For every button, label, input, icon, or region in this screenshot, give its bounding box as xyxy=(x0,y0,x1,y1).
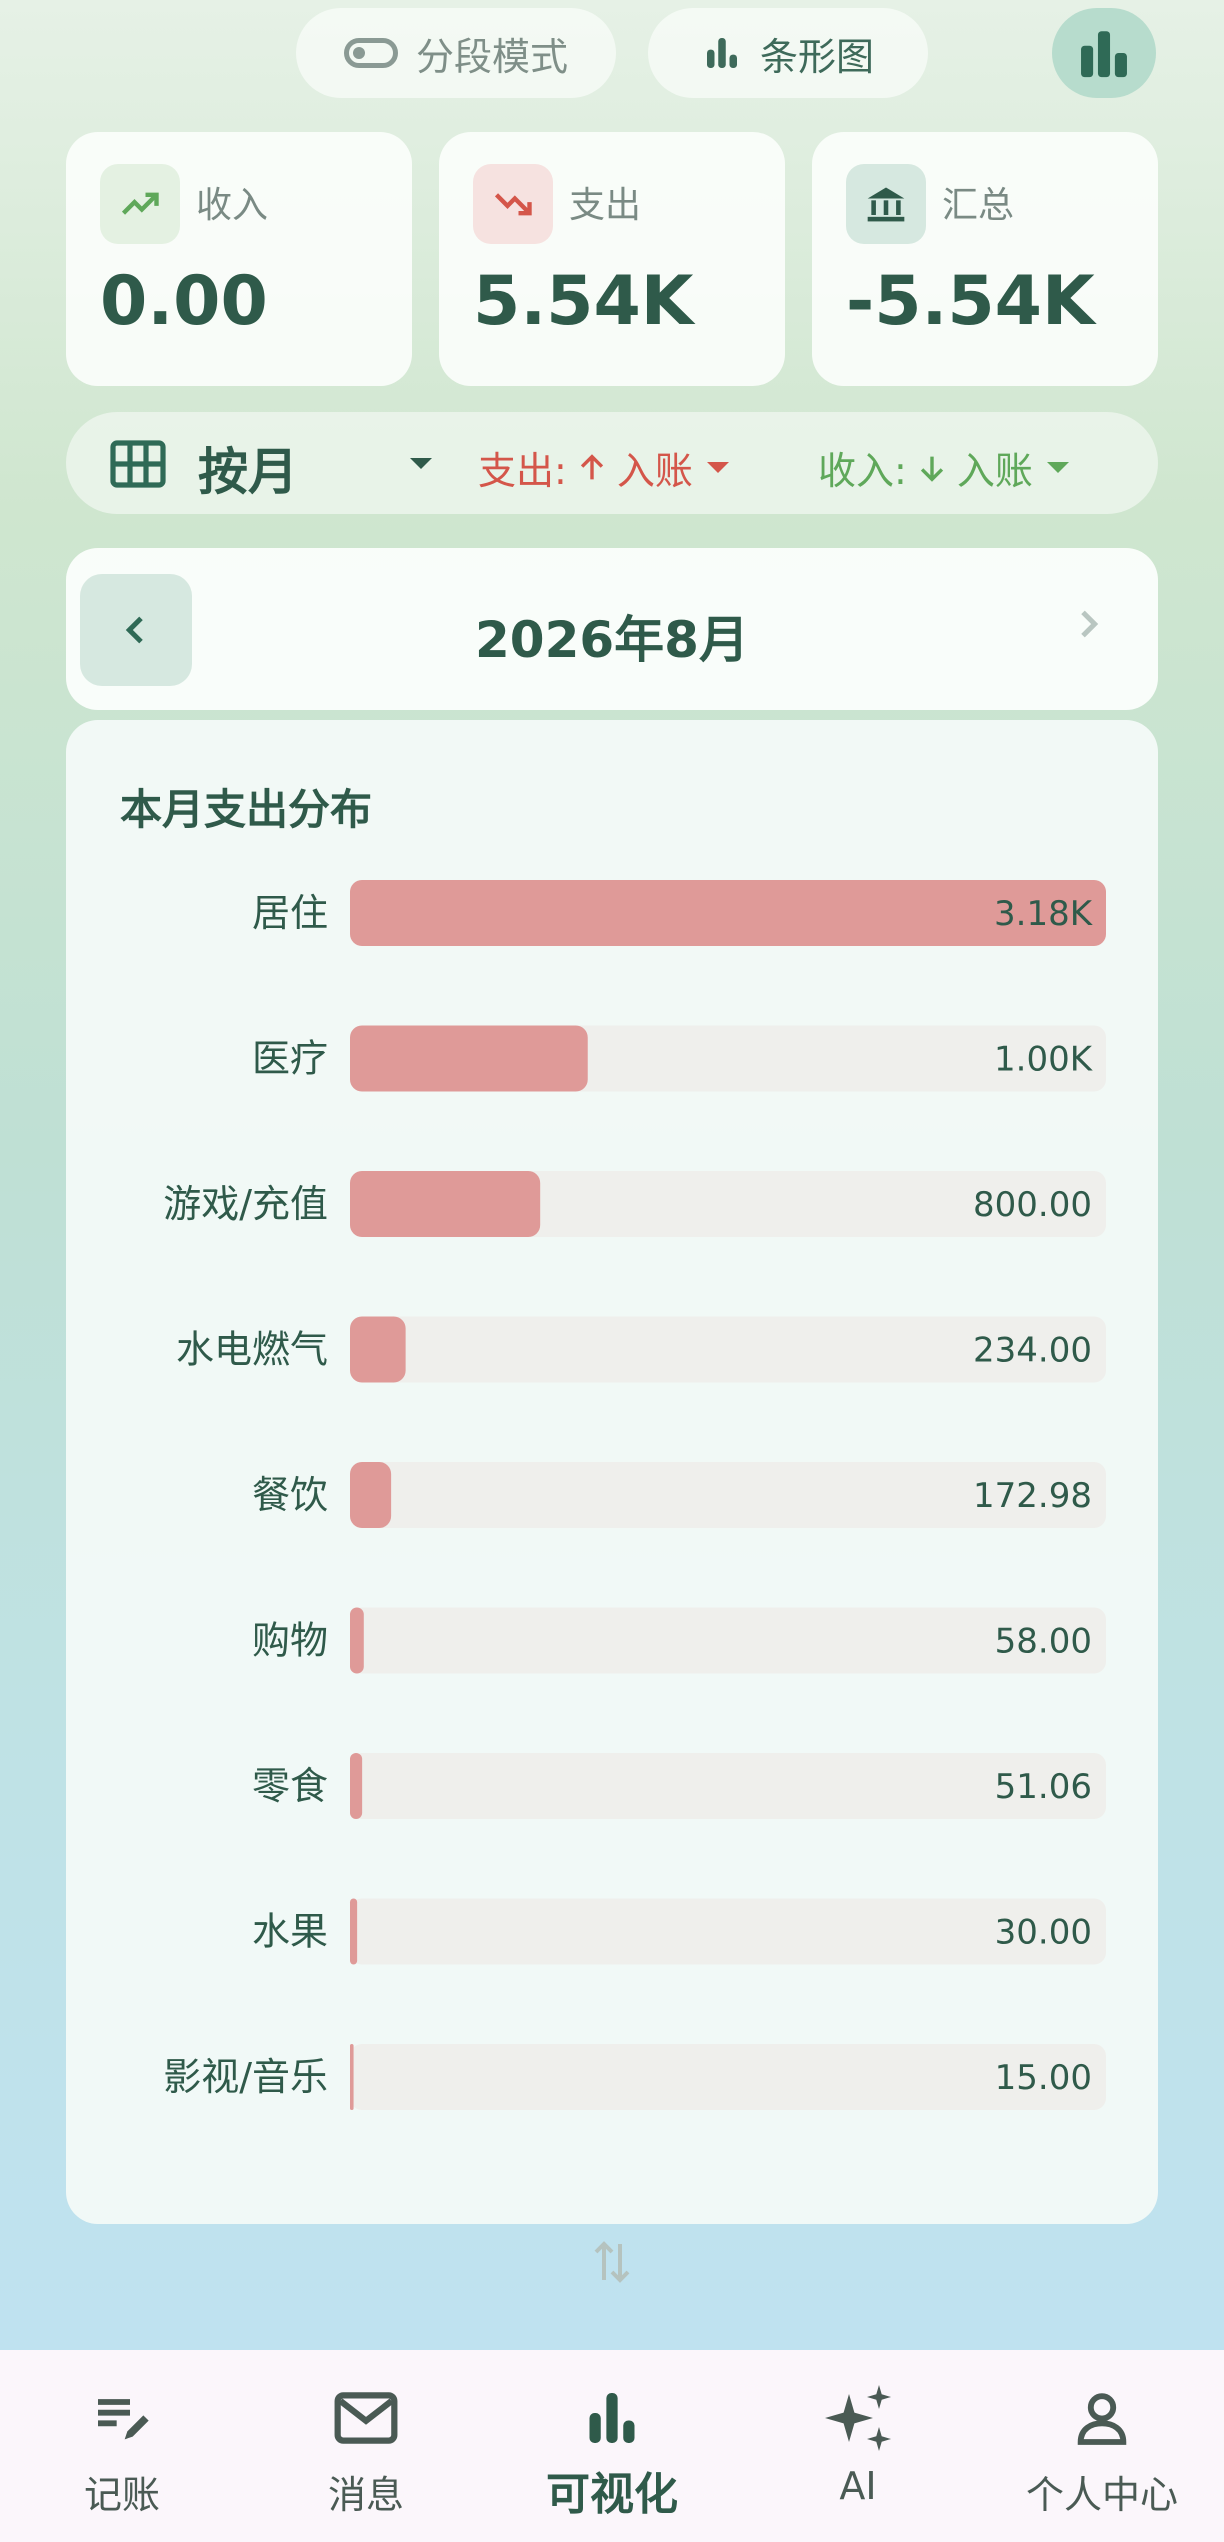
grid-icon xyxy=(110,440,166,488)
chart-type-toggle[interactable]: 条形图 xyxy=(648,8,928,98)
bar-track xyxy=(350,1898,1106,1965)
value-label: 51.06 xyxy=(995,1767,1092,1807)
bottom-navigation: 记账 消息 可视化 AI 个人中心 xyxy=(0,2350,1224,2542)
category-label: 水电燃气 xyxy=(176,1328,328,1372)
panel-title: 本月支出分布 xyxy=(120,785,373,834)
expense-direction-label: 支出: xyxy=(478,449,567,493)
total-value: -5.54K xyxy=(846,262,1095,341)
expense-label: 支出 xyxy=(569,185,642,226)
bar-chart-icon xyxy=(1081,31,1127,78)
income-label: 收入 xyxy=(196,185,269,226)
edit-note-icon xyxy=(90,2382,154,2454)
bar-8[interactable] xyxy=(350,2044,354,2110)
nav-label-bookkeeping: 记账 xyxy=(83,2473,160,2517)
expense-value: 5.54K xyxy=(473,262,694,341)
expense-card: 支出 5.54K xyxy=(439,132,785,386)
chevron-down-icon xyxy=(1046,462,1069,473)
nav-item-ai[interactable]: AI xyxy=(736,2350,980,2542)
bar-7[interactable] xyxy=(350,1898,358,1965)
nav-label-visualization: 可视化 xyxy=(546,2469,678,2520)
current-month-title: 2026年8月 xyxy=(475,611,749,669)
value-label: 30.00 xyxy=(995,1913,1092,1953)
arrow-up-icon xyxy=(580,453,603,479)
nav-item-messages[interactable]: 消息 xyxy=(244,2350,488,2542)
person-icon xyxy=(1070,2382,1134,2454)
nav-item-visualization[interactable]: 可视化 xyxy=(490,2350,734,2542)
bar-0[interactable] xyxy=(350,880,1106,946)
chevron-down-icon[interactable] xyxy=(410,458,432,469)
expense-bar-chart: 居住 3.18K 医疗 1.00K 游戏/充值 800.00 水电燃气 234.00 餐饮 172… xyxy=(163,880,1106,2110)
bar-track xyxy=(350,1607,1106,1674)
total-label: 汇总 xyxy=(942,185,1015,226)
bar-5[interactable] xyxy=(350,1607,364,1674)
month-navigator: 2026年8月 xyxy=(66,548,1158,710)
nav-label-ai: AI xyxy=(839,2464,877,2508)
bar-track xyxy=(350,2044,1106,2110)
segment-mode-label: 分段模式 xyxy=(415,34,568,79)
income-card: 收入 0.00 xyxy=(66,132,412,386)
filter-bar: 按月 支出: 入账 收入: 入账 xyxy=(66,412,1158,514)
bar-chart-icon xyxy=(706,38,737,68)
bar-chart-icon xyxy=(582,2382,642,2454)
value-label: 1.00K xyxy=(994,1040,1094,1080)
expense-distribution-panel: 本月支出分布 居住 3.18K 医疗 1.00K 游戏/充值 800.00 水电燃气 234.… xyxy=(66,720,1158,2224)
value-label: 3.18K xyxy=(994,894,1094,934)
segment-mode-toggle[interactable]: 分段模式 xyxy=(296,8,616,98)
category-label: 影视/音乐 xyxy=(163,2055,328,2099)
value-label: 15.00 xyxy=(995,2058,1092,2098)
total-card: 汇总 -5.54K xyxy=(812,132,1158,386)
bar-6[interactable] xyxy=(350,1753,363,1819)
value-label: 800.00 xyxy=(973,1185,1092,1225)
category-label: 餐饮 xyxy=(252,1473,328,1517)
category-label: 水果 xyxy=(252,1910,328,1954)
trending-up-icon xyxy=(100,164,180,244)
bar-track xyxy=(350,1753,1106,1819)
category-label: 零食 xyxy=(252,1764,328,1808)
income-direction-value: 入账 xyxy=(956,449,1033,493)
arrow-down-icon xyxy=(920,456,943,482)
nav-label-profile: 个人中心 xyxy=(1025,2473,1178,2517)
value-label: 172.98 xyxy=(973,1476,1092,1516)
chart-type-label: 条形图 xyxy=(759,34,874,79)
chevron-down-icon xyxy=(706,462,729,473)
bar-4[interactable] xyxy=(350,1462,392,1528)
category-label: 购物 xyxy=(252,1619,328,1663)
nav-label-messages: 消息 xyxy=(327,2473,404,2517)
nav-item-bookkeeping[interactable]: 记账 xyxy=(0,2350,244,2542)
trending-down-icon xyxy=(473,164,553,244)
value-label: 234.00 xyxy=(973,1331,1092,1371)
mail-icon xyxy=(332,2382,400,2454)
category-label: 医疗 xyxy=(252,1037,328,1081)
expense-direction-dropdown[interactable]: 支出: 入账 xyxy=(478,440,729,495)
chart-view-button[interactable] xyxy=(1052,8,1156,98)
nav-item-profile[interactable]: 个人中心 xyxy=(980,2350,1224,2542)
category-label: 游戏/充值 xyxy=(163,1182,328,1226)
bar-1[interactable] xyxy=(350,1025,588,1092)
bar-3[interactable] xyxy=(350,1316,406,1383)
value-label: 58.00 xyxy=(995,1622,1092,1662)
category-label: 居住 xyxy=(252,891,328,935)
sparkle-icon xyxy=(822,2382,894,2454)
expense-direction-value: 入账 xyxy=(616,449,693,493)
income-value: 0.00 xyxy=(100,262,268,341)
bank-icon xyxy=(846,164,926,244)
income-direction-label: 收入: xyxy=(818,449,907,493)
period-selector[interactable]: 按月 xyxy=(198,432,298,504)
chevron-right-icon[interactable] xyxy=(1068,604,1108,644)
bar-2[interactable] xyxy=(350,1171,541,1237)
toggle-icon xyxy=(343,38,398,68)
income-direction-dropdown[interactable]: 收入: 入账 xyxy=(818,440,1069,495)
swap-vertical-icon[interactable] xyxy=(592,2236,632,2288)
